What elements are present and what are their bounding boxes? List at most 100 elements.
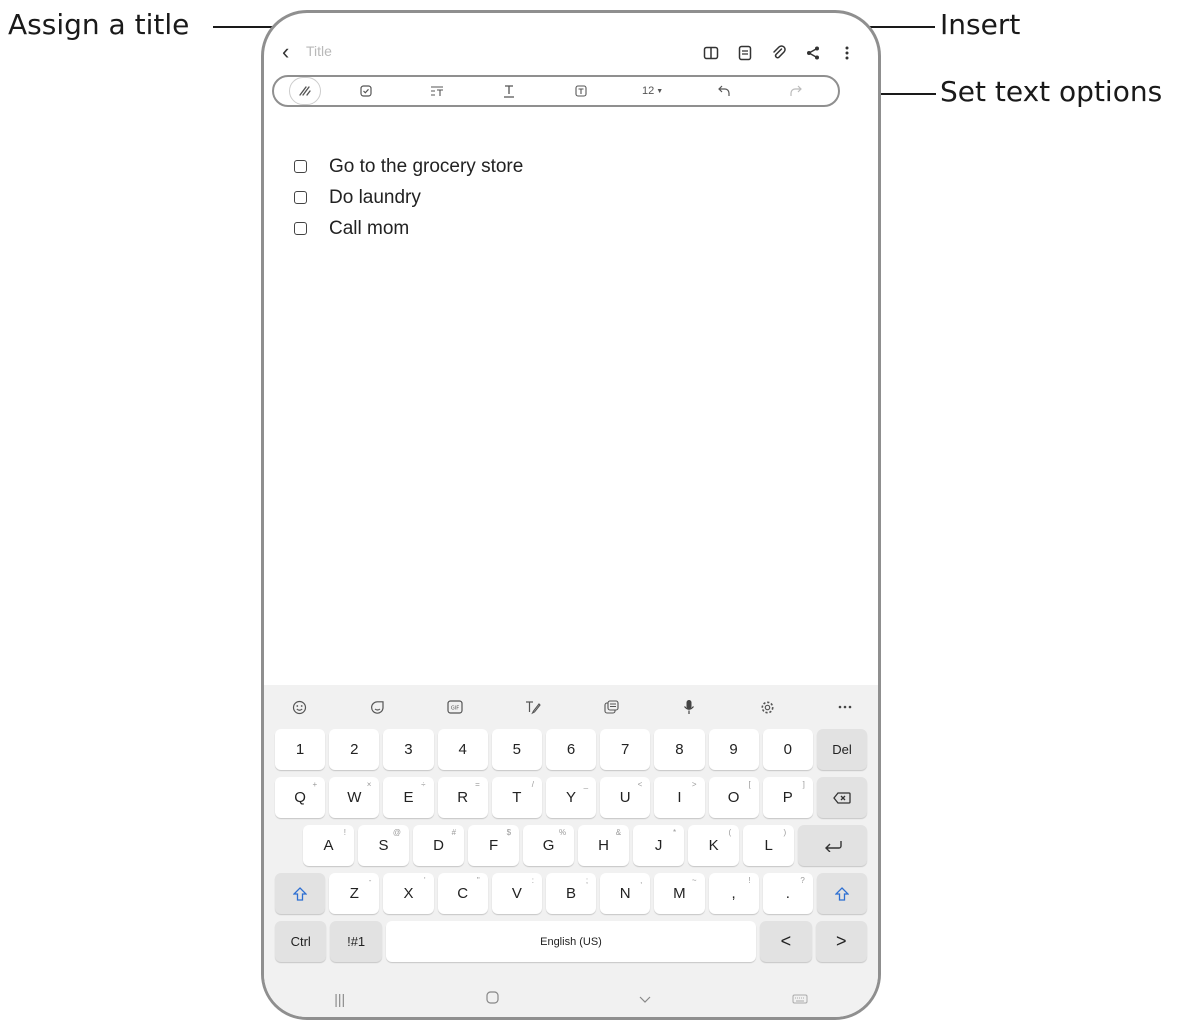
key-x[interactable]: X ': [383, 873, 434, 914]
key-period[interactable]: .?: [762, 873, 813, 914]
key-d[interactable]: D #: [413, 825, 465, 866]
text-style-icon[interactable]: [482, 78, 536, 104]
mic-icon[interactable]: [674, 695, 704, 719]
note-body[interactable]: Go to the grocery store Do laundry Call …: [294, 151, 523, 244]
key-hint: ): [783, 828, 787, 837]
pen-icon[interactable]: [288, 77, 321, 105]
key-t[interactable]: T /: [491, 777, 542, 818]
settings-icon[interactable]: [752, 695, 782, 719]
task-checkbox[interactable]: [294, 191, 307, 204]
clipboard-icon[interactable]: [596, 695, 626, 719]
ctrl-key[interactable]: Ctrl: [275, 921, 327, 962]
key-hint: :: [531, 876, 534, 885]
book-icon[interactable]: [694, 41, 728, 65]
enter-key[interactable]: [798, 825, 868, 866]
title-input[interactable]: Title: [306, 43, 332, 59]
font-size-dropdown[interactable]: 12 ▼: [626, 78, 680, 104]
more-icon[interactable]: [830, 41, 864, 65]
key-hint: +: [312, 780, 318, 789]
key-j[interactable]: J *: [633, 825, 685, 866]
share-icon[interactable]: [796, 41, 830, 65]
key-m[interactable]: M ~: [654, 873, 705, 914]
recents-icon[interactable]: |||: [334, 991, 345, 1007]
shift-key-left[interactable]: [275, 873, 326, 914]
key-h[interactable]: H &: [578, 825, 630, 866]
key-w[interactable]: W ×: [329, 777, 380, 818]
key-comma[interactable]: ,!: [708, 873, 759, 914]
key-o[interactable]: O[: [708, 777, 759, 818]
space-key[interactable]: English (US): [385, 921, 757, 962]
key-label: M: [673, 885, 686, 902]
emoji-icon[interactable]: [284, 695, 314, 719]
key-label: ,: [731, 885, 736, 902]
key-u[interactable]: U <: [600, 777, 651, 818]
key-1[interactable]: 1: [275, 729, 326, 770]
key-r[interactable]: R =: [437, 777, 488, 818]
task-checkbox[interactable]: [294, 222, 307, 235]
checkbox-icon[interactable]: [339, 78, 393, 104]
key-y[interactable]: Y _: [545, 777, 597, 818]
key-row-bottom: Ctrl !#1 English (US) < >: [275, 921, 867, 962]
key-label: V: [511, 885, 522, 902]
key-hint: ,: [640, 876, 643, 885]
key-hint: [: [748, 780, 751, 789]
key-i[interactable]: I >: [654, 777, 705, 818]
symbols-key[interactable]: !#1: [330, 921, 382, 962]
key-hint: !: [748, 876, 751, 885]
key-f[interactable]: F $: [468, 825, 520, 866]
more-icon[interactable]: [830, 695, 860, 719]
key-label: O: [727, 789, 740, 806]
key-l[interactable]: L): [743, 825, 795, 866]
key-2[interactable]: 2: [329, 729, 380, 770]
redo-icon[interactable]: [769, 78, 823, 104]
task-checkbox[interactable]: [294, 160, 307, 173]
key-3[interactable]: 3: [383, 729, 434, 770]
key-k[interactable]: K(: [688, 825, 740, 866]
cursor-left-key[interactable]: <: [760, 921, 812, 962]
backspace-key[interactable]: [816, 777, 868, 818]
key-p[interactable]: P]: [762, 777, 813, 818]
attach-icon[interactable]: [762, 41, 796, 65]
sticker-icon[interactable]: [362, 695, 392, 719]
key-c[interactable]: C ": [437, 873, 488, 914]
key-7[interactable]: 7: [600, 729, 651, 770]
key-e[interactable]: E ÷: [383, 777, 434, 818]
key-hint: !: [343, 828, 347, 837]
undo-icon[interactable]: [697, 78, 751, 104]
key-n[interactable]: N,: [600, 873, 651, 914]
key-g[interactable]: G%: [523, 825, 575, 866]
gif-icon[interactable]: GIF: [440, 695, 470, 719]
key-q[interactable]: Q +: [275, 777, 326, 818]
keyboard-switch-icon[interactable]: [792, 991, 808, 1007]
key-9[interactable]: 9: [708, 729, 759, 770]
key-label: B: [566, 885, 577, 902]
page-icon[interactable]: [728, 41, 762, 65]
key-v[interactable]: V:: [491, 873, 542, 914]
home-icon[interactable]: [486, 990, 499, 1007]
handwriting-icon[interactable]: [518, 695, 548, 719]
key-a[interactable]: A!: [303, 825, 355, 866]
key-5[interactable]: 5: [491, 729, 542, 770]
key-hint: <: [637, 780, 643, 789]
key-z[interactable]: Z-: [329, 873, 380, 914]
key-b[interactable]: B;: [545, 873, 597, 914]
hide-keyboard-icon[interactable]: [639, 991, 651, 1007]
key-label: I: [677, 789, 682, 806]
key-hint: ÷: [421, 780, 426, 789]
shift-key-right[interactable]: [816, 873, 868, 914]
paragraph-icon[interactable]: [410, 78, 464, 104]
key-label: U: [619, 789, 631, 806]
callout-insert: Insert: [940, 8, 1021, 41]
cursor-right-key[interactable]: >: [815, 921, 867, 962]
key-hint: $: [506, 828, 512, 837]
key-s[interactable]: S @: [358, 825, 410, 866]
key-8[interactable]: 8: [654, 729, 705, 770]
text-box-icon[interactable]: [554, 78, 608, 104]
key-0[interactable]: 0: [762, 729, 813, 770]
key-hint: ?: [800, 876, 805, 885]
delete-key[interactable]: Del: [816, 729, 868, 770]
key-4[interactable]: 4: [437, 729, 488, 770]
key-label: C: [457, 885, 469, 902]
back-icon[interactable]: ‹: [282, 41, 304, 63]
key-6[interactable]: 6: [545, 729, 597, 770]
